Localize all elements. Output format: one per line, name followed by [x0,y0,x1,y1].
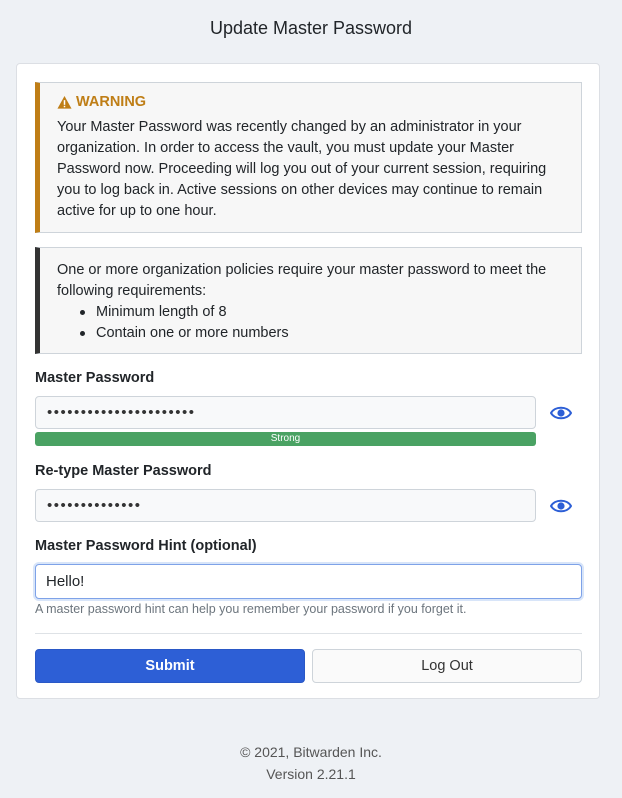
requirement-item: Contain one or more numbers [80,323,563,344]
footer-version: Version 2.21.1 [266,766,356,782]
update-password-card: WARNING Your Master Password was recentl… [16,63,600,699]
hint-value: Hello! [46,573,85,590]
page-title: Update Master Password [209,18,413,38]
submit-button[interactable]: Submit [35,649,305,683]
password-strength-bar: Strong [35,432,536,446]
divider [35,633,582,634]
retype-password-label: Re-type Master Password [35,463,212,479]
hint-input[interactable]: Hello! [35,564,582,599]
retype-password-value: •••••••••••••• [47,497,142,514]
warning-callout: WARNING Your Master Password was recentl… [35,82,582,233]
log-out-button[interactable]: Log Out [312,649,582,683]
master-password-value: •••••••••••••••••••••• [47,404,196,421]
eye-icon[interactable] [550,497,572,515]
footer-copyright: © 2021, Bitwarden Inc. [240,744,382,760]
hint-label: Master Password Hint (optional) [35,538,257,554]
master-password-input[interactable]: •••••••••••••••••••••• [35,396,536,429]
policy-callout: One or more organization policies requir… [35,247,582,354]
warning-text: Your Master Password was recently change… [57,119,547,219]
warning-title: WARNING [57,92,563,113]
requirements-list: Minimum length of 8 Contain one or more … [57,302,563,344]
requirement-item: Minimum length of 8 [80,302,563,323]
retype-password-input[interactable]: •••••••••••••• [35,489,536,522]
hint-help-text: A master password hint can help you reme… [35,602,467,616]
master-password-label: Master Password [35,370,155,386]
warning-triangle-icon [57,95,72,109]
policy-text: One or more organization policies requir… [57,262,547,299]
eye-icon[interactable] [550,404,572,422]
warning-title-text: WARNING [76,94,147,110]
